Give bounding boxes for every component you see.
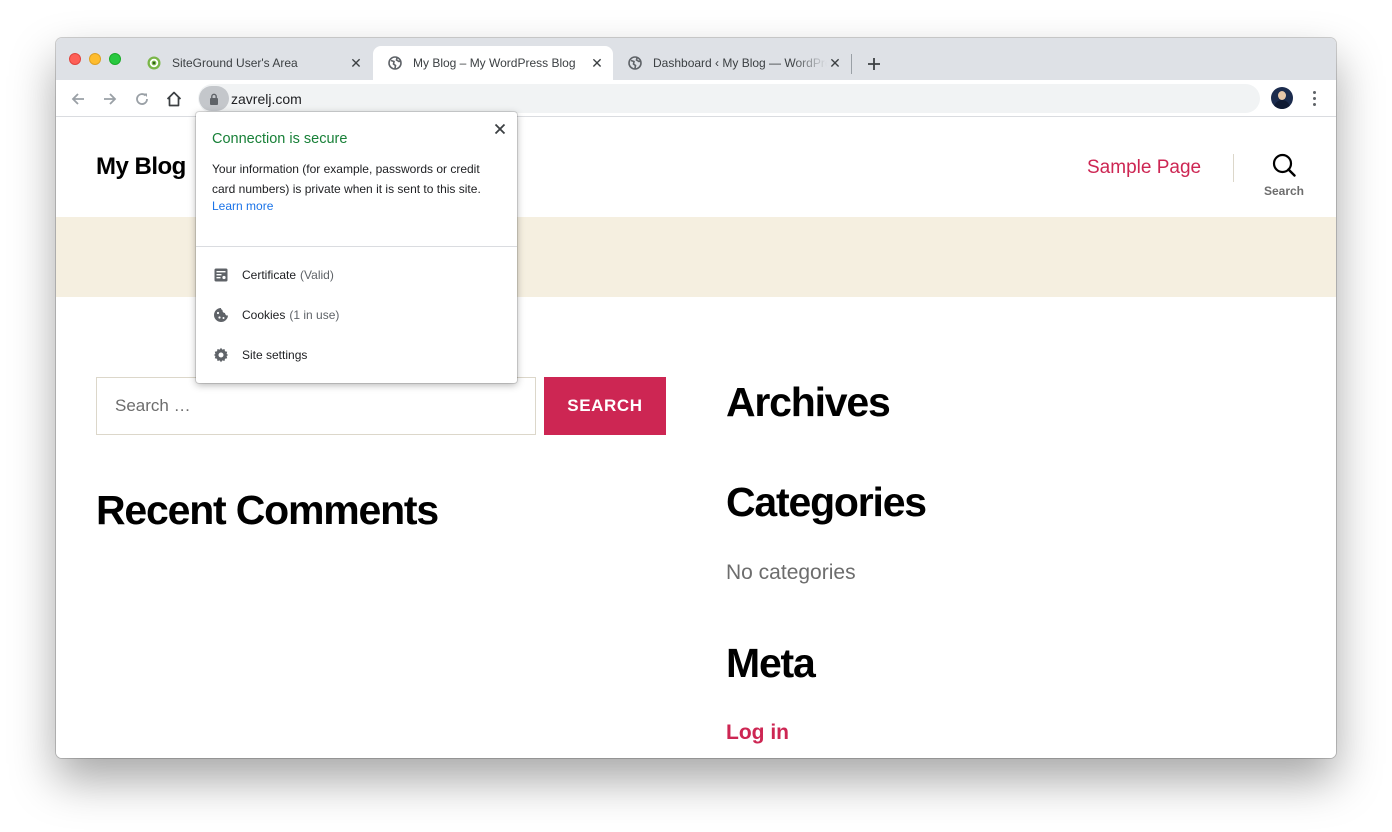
search-submit-button[interactable]: SEARCH bbox=[544, 377, 666, 435]
tab-strip: SiteGround User's Area ✕ My Blog – My Wo… bbox=[56, 38, 1336, 80]
reload-button[interactable] bbox=[131, 88, 153, 110]
search-input[interactable]: Search … bbox=[96, 377, 536, 435]
nav-link-sample-page[interactable]: Sample Page bbox=[1087, 157, 1201, 179]
tab-dashboard[interactable]: Dashboard ‹ My Blog — WordPress ✕ bbox=[613, 46, 851, 80]
categories-heading: Categories bbox=[726, 479, 927, 525]
lock-icon bbox=[210, 93, 218, 105]
browser-window: SiteGround User's Area ✕ My Blog – My Wo… bbox=[56, 38, 1336, 758]
search-form: Search … SEARCH bbox=[96, 377, 666, 435]
close-icon bbox=[494, 123, 506, 135]
tab-separator bbox=[851, 54, 852, 74]
url-text: zavrelj.com bbox=[231, 91, 302, 107]
reload-icon bbox=[136, 93, 148, 105]
certificate-status: (Valid) bbox=[300, 268, 334, 282]
site-settings-label: Site settings bbox=[242, 348, 308, 362]
gear-icon bbox=[212, 346, 230, 364]
archives-heading: Archives bbox=[726, 379, 891, 425]
globe-icon bbox=[627, 55, 643, 71]
popup-divider bbox=[196, 246, 517, 247]
cookies-status: (1 in use) bbox=[289, 308, 340, 322]
site-info-popup: Connection is secure Your information (f… bbox=[196, 112, 517, 383]
tab-close-icon[interactable]: ✕ bbox=[348, 55, 364, 71]
plus-icon bbox=[868, 58, 880, 70]
popup-close-button[interactable] bbox=[491, 120, 509, 138]
tab-title: SiteGround User's Area bbox=[172, 56, 298, 70]
cookies-label: Cookies bbox=[242, 308, 286, 322]
site-info-button[interactable] bbox=[199, 86, 229, 111]
tab-siteground[interactable]: SiteGround User's Area ✕ bbox=[132, 46, 372, 80]
certificate-label: Certificate bbox=[242, 268, 297, 282]
new-tab-button[interactable] bbox=[862, 52, 886, 76]
site-settings-row[interactable]: Site settings bbox=[212, 345, 502, 365]
login-link[interactable]: Log in bbox=[726, 721, 789, 745]
back-button[interactable] bbox=[67, 88, 89, 110]
cookies-row[interactable]: Cookies (1 in use) bbox=[212, 305, 502, 325]
minimize-window-button[interactable] bbox=[89, 53, 101, 65]
siteground-favicon-icon bbox=[146, 55, 162, 71]
nav-divider bbox=[1233, 154, 1234, 182]
meta-heading: Meta bbox=[726, 640, 816, 686]
search-toggle-button[interactable]: Search bbox=[1261, 153, 1307, 201]
globe-icon bbox=[387, 55, 403, 71]
certificate-row[interactable]: Certificate (Valid) bbox=[212, 265, 502, 285]
close-window-button[interactable] bbox=[69, 53, 81, 65]
certificate-icon bbox=[212, 266, 230, 284]
address-bar[interactable]: zavrelj.com bbox=[198, 84, 1260, 113]
tab-close-icon[interactable]: ✕ bbox=[589, 55, 605, 71]
forward-button[interactable] bbox=[99, 88, 121, 110]
no-categories-text: No categories bbox=[726, 561, 856, 584]
learn-more-link[interactable]: Learn more bbox=[212, 199, 273, 213]
site-title[interactable]: My Blog bbox=[96, 153, 186, 181]
arrow-left-icon bbox=[71, 93, 84, 105]
search-icon bbox=[1272, 153, 1296, 177]
search-toggle-label: Search bbox=[1263, 184, 1305, 198]
connection-secure-title: Connection is secure bbox=[212, 131, 348, 147]
tab-title: My Blog – My WordPress Blog bbox=[413, 56, 576, 70]
tab-my-blog[interactable]: My Blog – My WordPress Blog ✕ bbox=[373, 46, 613, 80]
recent-comments-heading: Recent Comments bbox=[96, 487, 439, 533]
arrow-right-icon bbox=[104, 93, 117, 105]
connection-description: Your information (for example, passwords… bbox=[212, 162, 481, 196]
maximize-window-button[interactable] bbox=[109, 53, 121, 65]
profile-avatar[interactable] bbox=[1271, 87, 1293, 109]
cookie-icon bbox=[212, 306, 230, 324]
tab-close-icon[interactable]: ✕ bbox=[827, 55, 843, 71]
home-icon bbox=[166, 91, 182, 107]
home-button[interactable] bbox=[163, 88, 185, 110]
tab-title: Dashboard ‹ My Blog — WordPress bbox=[653, 56, 827, 70]
more-menu-icon[interactable] bbox=[1306, 88, 1322, 108]
